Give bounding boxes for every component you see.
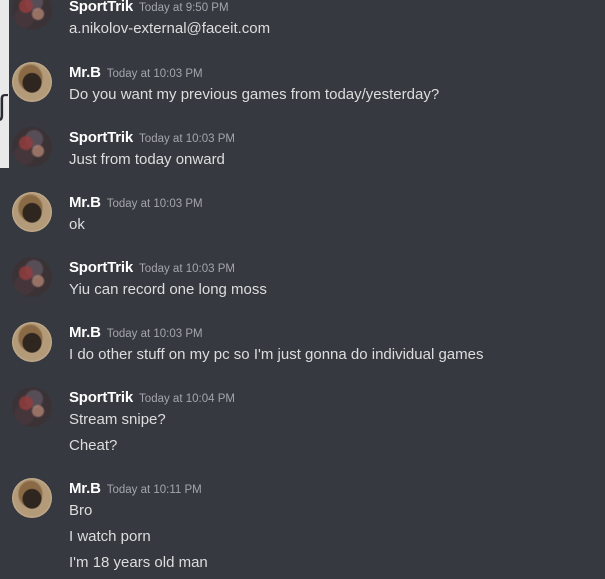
message-header: Mr.B Today at 10:03 PM (69, 324, 203, 342)
avatar-icon[interactable] (12, 62, 52, 102)
message-header: SportTrik Today at 10:03 PM (69, 129, 235, 147)
timestamp: Today at 9:50 PM (139, 2, 229, 14)
avatar-icon[interactable] (12, 322, 52, 362)
username[interactable]: SportTrik (69, 389, 133, 406)
message-group: SportTrik Today at 9:50 PM a.nikolov-exte… (0, 0, 605, 60)
timestamp: Today at 10:03 PM (139, 263, 235, 275)
username[interactable]: Mr.B (69, 64, 101, 81)
message-group: Mr.B Today at 10:11 PM Bro I watch porn I… (0, 478, 605, 579)
timestamp: Today at 10:03 PM (106, 328, 203, 340)
username[interactable]: Mr.B (69, 194, 101, 211)
message-text: Just from today onward (69, 151, 225, 168)
message-header: SportTrik Today at 9:50 PM (69, 0, 229, 16)
message-text: I do other stuff on my pc so I'm just go… (69, 346, 484, 363)
message-header: SportTrik Today at 10:04 PM (69, 389, 235, 407)
message-text: Bro (69, 502, 93, 519)
message-text: Stream snipe? (69, 411, 166, 428)
timestamp: Today at 10:03 PM (106, 68, 203, 80)
username[interactable]: SportTrik (69, 129, 133, 146)
username[interactable]: SportTrik (69, 0, 133, 15)
username[interactable]: Mr.B (69, 480, 101, 497)
avatar-icon[interactable] (12, 387, 52, 427)
message-group: Mr.B Today at 10:03 PM I do other stuff o… (0, 322, 605, 382)
message-group: Mr.B Today at 10:03 PM Do you want my pre… (0, 62, 605, 122)
message-text: Do you want my previous games from today… (69, 86, 440, 103)
message-text: Yiu can record one long moss (69, 281, 267, 298)
timestamp: Today at 10:03 PM (106, 198, 203, 210)
message-header: SportTrik Today at 10:03 PM (69, 259, 235, 277)
avatar-icon[interactable] (12, 0, 52, 30)
message-text: a.nikolov-external@faceit.com (69, 20, 271, 37)
chat-message-list[interactable]: ʃ SportTrik Today at 9:50 PM a.nikolov-ex… (0, 0, 605, 579)
message-group: Mr.B Today at 10:03 PM ok (0, 192, 605, 252)
message-header: Mr.B Today at 10:11 PM (69, 480, 202, 498)
username[interactable]: SportTrik (69, 259, 133, 276)
timestamp: Today at 10:11 PM (106, 484, 202, 496)
message-text: I'm 18 years old man (69, 554, 208, 571)
avatar-icon[interactable] (12, 192, 52, 232)
avatar-icon[interactable] (12, 127, 52, 167)
avatar-icon[interactable] (12, 257, 52, 297)
timestamp: Today at 10:04 PM (139, 393, 235, 405)
message-header: Mr.B Today at 10:03 PM (69, 64, 203, 82)
message-group: SportTrik Today at 10:04 PM Stream snipe?… (0, 387, 605, 467)
message-group: SportTrik Today at 10:03 PM Just from tod… (0, 127, 605, 187)
message-header: Mr.B Today at 10:03 PM (69, 194, 203, 212)
avatar-icon[interactable] (12, 478, 52, 518)
message-group: SportTrik Today at 10:03 PM Yiu can recor… (0, 257, 605, 317)
message-text: I watch porn (69, 528, 151, 545)
message-text: Cheat? (69, 437, 118, 454)
message-text: ok (69, 216, 85, 233)
timestamp: Today at 10:03 PM (139, 133, 235, 145)
username[interactable]: Mr.B (69, 324, 101, 341)
